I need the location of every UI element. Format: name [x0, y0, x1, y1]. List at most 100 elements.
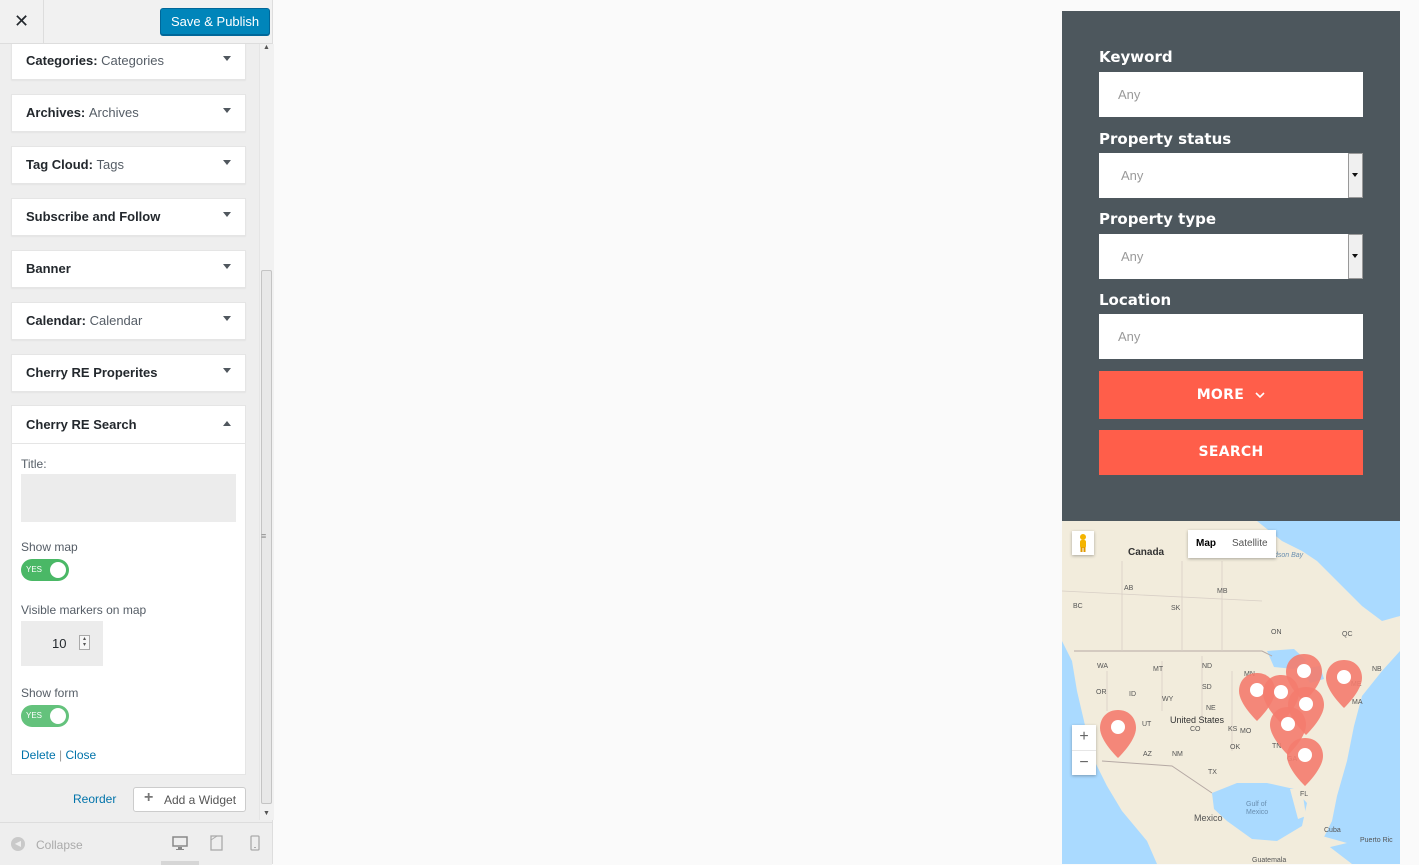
widget-subtitle: Tags: [96, 157, 125, 172]
map-label: KS: [1228, 726, 1238, 733]
customizer-sidebar: ✕ Save & Publish Categories: Categories …: [0, 0, 274, 865]
toggle-knob: [50, 708, 66, 724]
markers-value: 10: [52, 636, 67, 651]
map-marker[interactable]: [1098, 708, 1138, 760]
expand-arrow-icon[interactable]: [223, 368, 231, 373]
property-status-select[interactable]: Any: [1099, 153, 1363, 198]
scroll-up-icon[interactable]: ▲: [263, 44, 270, 51]
more-label: MORE: [1196, 387, 1245, 403]
scroll-grip-icon: ≡: [261, 531, 267, 541]
expand-arrow-icon[interactable]: [223, 212, 231, 217]
title-label: Title:: [21, 457, 47, 471]
collapse-arrow-icon[interactable]: [223, 421, 231, 426]
zoom-in-button[interactable]: +: [1072, 725, 1096, 751]
customizer-footer: ◀ Collapse: [0, 822, 272, 865]
customizer-header: ✕ Save & Publish: [0, 0, 272, 44]
show-form-toggle[interactable]: YES: [21, 705, 69, 727]
action-separator: |: [59, 748, 63, 762]
property-type-value: Any: [1121, 249, 1144, 264]
map-type-map-button[interactable]: Map: [1188, 530, 1224, 558]
expand-arrow-icon[interactable]: [223, 108, 231, 113]
collapse-label[interactable]: Collapse: [36, 838, 83, 852]
map-label: CO: [1190, 726, 1201, 733]
map-type-satellite-button[interactable]: Satellite: [1224, 530, 1276, 558]
map-label: Puerto Ric: [1360, 837, 1393, 844]
widget-header[interactable]: Cherry RE Search: [12, 406, 245, 444]
delete-widget-link[interactable]: Delete: [21, 748, 56, 762]
widget-calendar[interactable]: Calendar: Calendar: [11, 302, 246, 340]
map-marker[interactable]: [1324, 658, 1364, 710]
widget-categories[interactable]: Categories: Categories: [11, 44, 246, 80]
map-label: SD: [1202, 684, 1212, 691]
keyword-label: Keyword: [1099, 48, 1173, 66]
add-widget-label: Add a Widget: [164, 793, 237, 807]
widget-name: Archives: [26, 105, 81, 120]
map-label: Gulf of Mexico: [1246, 801, 1269, 816]
widget-subtitle: Archives: [88, 105, 139, 120]
widget-name: Subscribe and Follow: [26, 209, 161, 224]
widget-tag-cloud[interactable]: Tag Cloud: Tags: [11, 146, 246, 184]
properties-map[interactable]: Canada dson Bay AB MB BC SK ON QC WA MT …: [1062, 521, 1400, 864]
save-publish-button[interactable]: Save & Publish: [160, 8, 271, 35]
expand-arrow-icon[interactable]: [223, 56, 231, 61]
property-status-value: Any: [1121, 168, 1144, 183]
sidebar-scrollbar[interactable]: ▲ ≡ ▼: [259, 44, 274, 820]
desktop-preview-icon[interactable]: [172, 835, 188, 851]
expand-arrow-icon[interactable]: [223, 160, 231, 165]
keyword-input[interactable]: Any: [1099, 72, 1363, 117]
property-type-select[interactable]: Any: [1099, 234, 1363, 279]
map-label: FL: [1300, 791, 1309, 798]
search-label: SEARCH: [1198, 444, 1264, 460]
show-form-label: Show form: [21, 686, 79, 700]
map-label: WA: [1097, 663, 1109, 670]
expand-arrow-icon[interactable]: [223, 316, 231, 321]
scroll-down-icon[interactable]: ▼: [263, 810, 270, 817]
location-input[interactable]: Any: [1099, 314, 1363, 359]
more-button[interactable]: MORE: [1099, 371, 1363, 419]
widget-banner[interactable]: Banner: [11, 250, 246, 288]
map-label: NM: [1172, 751, 1183, 758]
map-label: WY: [1162, 696, 1174, 703]
show-map-toggle[interactable]: YES: [21, 559, 69, 581]
map-label: UT: [1142, 721, 1152, 728]
reorder-link[interactable]: Reorder: [73, 792, 116, 806]
widget-subtitle: Calendar: [89, 313, 143, 328]
number-spinner[interactable]: ▴ ▾: [79, 635, 90, 650]
zoom-out-button[interactable]: −: [1072, 751, 1096, 776]
widget-name: Calendar: [26, 313, 82, 328]
street-view-pegman-icon[interactable]: [1072, 531, 1094, 555]
widget-archives[interactable]: Archives: Archives: [11, 94, 246, 132]
close-icon: ✕: [13, 11, 30, 31]
map-label: OR: [1096, 689, 1107, 696]
property-type-label: Property type: [1099, 210, 1217, 228]
search-button[interactable]: SEARCH: [1099, 430, 1363, 475]
select-arrow-icon[interactable]: [1348, 234, 1363, 279]
title-input[interactable]: [21, 474, 236, 522]
map-label: NE: [1206, 705, 1216, 712]
map-label: MB: [1217, 588, 1228, 595]
mobile-preview-icon[interactable]: [247, 835, 263, 851]
add-widget-button[interactable]: + Add a Widget: [133, 787, 246, 812]
close-widget-link[interactable]: Close: [66, 748, 97, 762]
toggle-state-text: YES: [26, 565, 43, 574]
map-label: dson Bay: [1274, 552, 1304, 559]
plus-icon: +: [144, 789, 154, 806]
location-placeholder: Any: [1118, 329, 1141, 344]
widget-cherry-re-properties[interactable]: Cherry RE Properites: [11, 354, 246, 392]
widget-subtitle: Categories: [101, 53, 165, 68]
markers-number-input[interactable]: 10 ▴ ▾: [21, 621, 103, 666]
map-label: Cuba: [1324, 827, 1341, 834]
show-map-label: Show map: [21, 540, 78, 554]
expand-arrow-icon[interactable]: [223, 264, 231, 269]
map-marker[interactable]: [1285, 736, 1325, 788]
map-label: MO: [1240, 728, 1252, 735]
select-arrow-icon[interactable]: [1348, 153, 1363, 198]
close-customizer-button[interactable]: ✕: [0, 0, 44, 43]
widget-name: Tag Cloud: [26, 157, 89, 172]
widget-subscribe-follow[interactable]: Subscribe and Follow: [11, 198, 246, 236]
map-label: NB: [1372, 666, 1382, 673]
collapse-icon[interactable]: ◀: [11, 837, 25, 851]
widget-actions: Delete | Close: [21, 748, 96, 762]
zoom-control: + −: [1072, 725, 1096, 775]
tablet-preview-icon[interactable]: [209, 835, 225, 851]
